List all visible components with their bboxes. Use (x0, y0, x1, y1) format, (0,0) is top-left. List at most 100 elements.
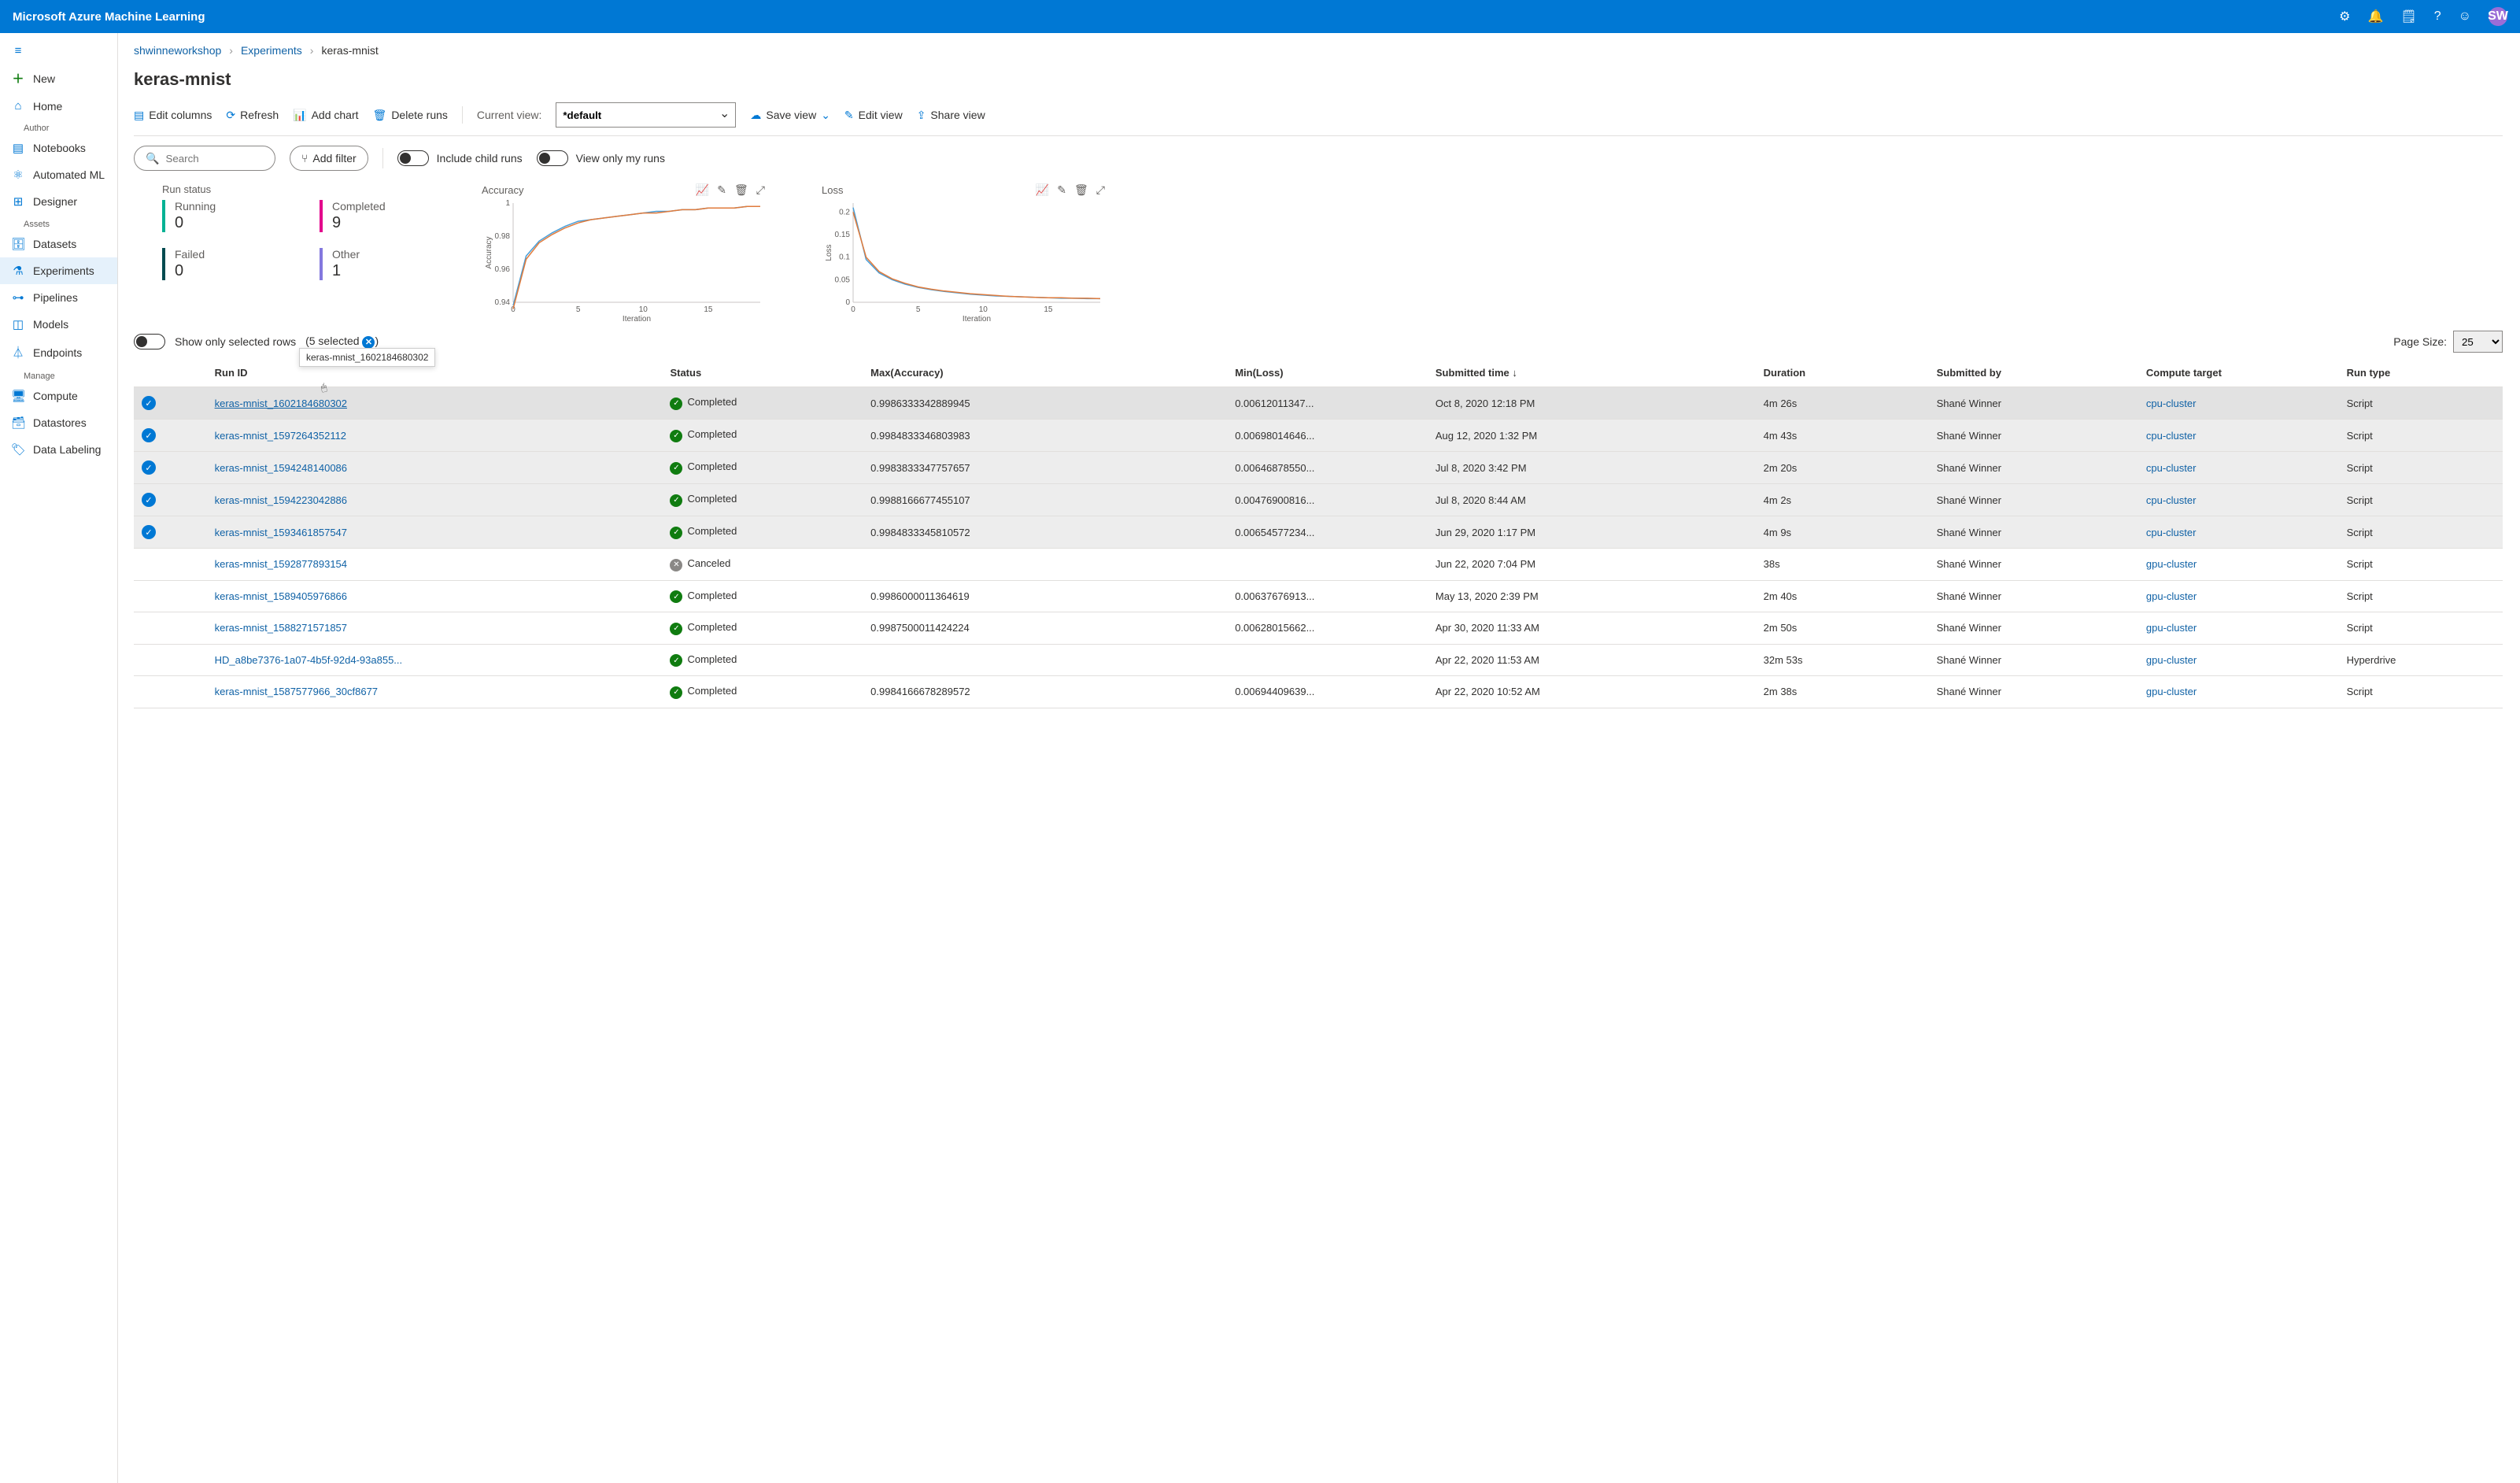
nav-endpoints[interactable]: ⏃Endpoints (0, 338, 117, 367)
table-row[interactable]: ✓keras-mnist_1594248140086✓Completed0.99… (134, 452, 2503, 484)
table-row[interactable]: ✓keras-mnist_1593461857547✓Completed0.99… (134, 516, 2503, 549)
help-icon[interactable]: ? (2434, 9, 2441, 24)
trash-icon[interactable]: 🗑 (1074, 183, 1088, 197)
col-run-type[interactable]: Run type (2339, 359, 2503, 387)
run-link[interactable]: keras-mnist_1589405976866 (215, 590, 347, 602)
table-row[interactable]: HD_a8be7376-1a07-4b5f-92d4-93a855...✓Com… (134, 644, 2503, 676)
nav-home[interactable]: ⌂Home (0, 93, 117, 119)
status-completed-icon: ✓ (670, 527, 682, 539)
run-type: Script (2339, 387, 2503, 420)
add-filter-button[interactable]: ⑂Add filter (290, 146, 368, 171)
run-link[interactable]: keras-mnist_1602184680302 (215, 398, 347, 409)
add-chart-button[interactable]: 📊Add chart (293, 109, 358, 122)
svg-text:0: 0 (851, 305, 855, 314)
nav-experiments[interactable]: ⚗Experiments (0, 257, 117, 284)
svg-text:5: 5 (916, 305, 921, 314)
row-selected-icon[interactable]: ✓ (142, 493, 156, 507)
table-row[interactable]: ✓keras-mnist_1594223042886✓Completed0.99… (134, 484, 2503, 516)
compute-target-link[interactable]: cpu-cluster (2146, 494, 2197, 506)
delete-runs-button[interactable]: 🗑Delete runs (373, 109, 448, 122)
min-loss: 0.00612011347... (1227, 387, 1428, 420)
toggle-only-my-runs[interactable] (537, 150, 568, 166)
status-text: Completed (687, 653, 737, 665)
refresh-button[interactable]: ⟳Refresh (226, 109, 279, 122)
compute-target-link[interactable]: cpu-cluster (2146, 398, 2197, 409)
trash-icon[interactable]: 🗑 (734, 183, 748, 197)
col-status[interactable]: Status (662, 359, 863, 387)
nav-notebooks[interactable]: ▤Notebooks (0, 135, 117, 161)
toggle-include-children[interactable] (397, 150, 429, 166)
row-selected-icon[interactable]: ✓ (142, 525, 156, 539)
pencil-icon[interactable]: ✎ (1057, 183, 1066, 197)
table-row[interactable]: ✓keras-mnist_1597264352112✓Completed0.99… (134, 420, 2503, 452)
run-link[interactable]: keras-mnist_1594223042886 (215, 494, 347, 506)
row-selected-icon[interactable]: ✓ (142, 396, 156, 410)
run-link[interactable]: keras-mnist_1592877893154 (215, 558, 347, 570)
save-view-button[interactable]: ☁Save view ⌄ (750, 109, 830, 122)
table-row[interactable]: keras-mnist_1589405976866✓Completed0.998… (134, 580, 2503, 612)
cloud-save-icon: ☁ (750, 109, 761, 122)
table-row[interactable]: keras-mnist_1588271571857✓Completed0.998… (134, 612, 2503, 645)
nav-automl[interactable]: ⚛Automated ML (0, 161, 117, 188)
compute-target-link[interactable]: gpu-cluster (2146, 590, 2197, 602)
share-view-button[interactable]: ⇪Share view (917, 109, 985, 122)
current-view-select[interactable] (556, 102, 736, 128)
col-max-acc[interactable]: Max(Accuracy) (863, 359, 1227, 387)
compute-target-link[interactable]: cpu-cluster (2146, 462, 2197, 474)
compute-target-link[interactable]: cpu-cluster (2146, 527, 2197, 538)
line-chart-icon[interactable]: 📈 (1036, 183, 1049, 197)
nav-label: Notebooks (33, 142, 86, 154)
nav-new[interactable]: ＋New (0, 64, 117, 93)
feedback-icon[interactable]: 🗒 (2400, 9, 2416, 24)
edit-view-button[interactable]: ✎Edit view (844, 109, 903, 122)
smiley-icon[interactable]: ☺ (2459, 9, 2471, 24)
nav-datalabeling[interactable]: 🏷Data Labeling (0, 436, 117, 463)
run-link[interactable]: keras-mnist_1597264352112 (215, 430, 346, 442)
svg-text:15: 15 (704, 305, 713, 314)
run-link[interactable]: keras-mnist_1587577966_30cf8677 (215, 686, 378, 697)
run-link[interactable]: keras-mnist_1593461857547 (215, 527, 347, 538)
compute-target-link[interactable]: cpu-cluster (2146, 430, 2197, 442)
compute-target-link[interactable]: gpu-cluster (2146, 622, 2197, 634)
nav-datasets[interactable]: 🗄Datasets (0, 231, 117, 257)
crumb-experiments[interactable]: Experiments (241, 44, 302, 57)
nav-datastores[interactable]: 🗃Datastores (0, 409, 117, 436)
toggle-show-selected[interactable] (134, 334, 165, 349)
nav-compute[interactable]: 🖥Compute (0, 383, 117, 409)
table-row[interactable]: keras-mnist_1587577966_30cf8677✓Complete… (134, 676, 2503, 708)
run-link[interactable]: keras-mnist_1594248140086 (215, 462, 347, 474)
crumb-workspace[interactable]: shwinneworkshop (134, 44, 221, 57)
row-selected-icon[interactable]: ✓ (142, 428, 156, 442)
pencil-icon[interactable]: ✎ (717, 183, 726, 197)
line-chart-icon[interactable]: 📈 (696, 183, 709, 197)
col-submitted[interactable]: Submitted time ↓ (1428, 359, 1756, 387)
table-row[interactable]: ✓keras-mnist_1602184680302✓Completed0.99… (134, 387, 2503, 420)
col-submitted-by[interactable]: Submitted by (1929, 359, 2138, 387)
col-duration[interactable]: Duration (1756, 359, 1929, 387)
expand-icon[interactable]: ⤢ (1096, 183, 1105, 197)
compute-target-link[interactable]: gpu-cluster (2146, 654, 2197, 666)
page-size-select[interactable]: 25 (2453, 331, 2503, 353)
nav-designer[interactable]: ⊞Designer (0, 188, 117, 215)
nav-group-manage: Manage (0, 367, 117, 383)
expand-icon[interactable]: ⤢ (756, 183, 765, 197)
clear-selection-icon[interactable]: ✕ (362, 336, 375, 349)
nav-hamburger[interactable]: ≡ (0, 38, 117, 64)
bell-icon[interactable]: 🔔 (2368, 9, 2384, 24)
avatar[interactable]: SW (2489, 7, 2507, 26)
btn-label: Delete runs (391, 109, 448, 121)
edit-columns-button[interactable]: ▤Edit columns (134, 109, 212, 122)
col-min-loss[interactable]: Min(Loss) (1227, 359, 1428, 387)
compute-target-link[interactable]: gpu-cluster (2146, 686, 2197, 697)
gear-icon[interactable]: ⚙ (2339, 9, 2350, 24)
nav-models[interactable]: ◫Models (0, 311, 117, 338)
nav-pipelines[interactable]: ⊶Pipelines (0, 284, 117, 311)
search-box[interactable]: 🔍 (134, 146, 275, 171)
run-link[interactable]: keras-mnist_1588271571857 (215, 622, 347, 634)
table-row[interactable]: keras-mnist_1592877893154✕CanceledJun 22… (134, 549, 2503, 581)
compute-target-link[interactable]: gpu-cluster (2146, 558, 2197, 570)
run-link[interactable]: HD_a8be7376-1a07-4b5f-92d4-93a855... (215, 654, 403, 666)
row-selected-icon[interactable]: ✓ (142, 460, 156, 475)
search-input[interactable] (164, 152, 264, 165)
col-compute-target[interactable]: Compute target (2138, 359, 2339, 387)
